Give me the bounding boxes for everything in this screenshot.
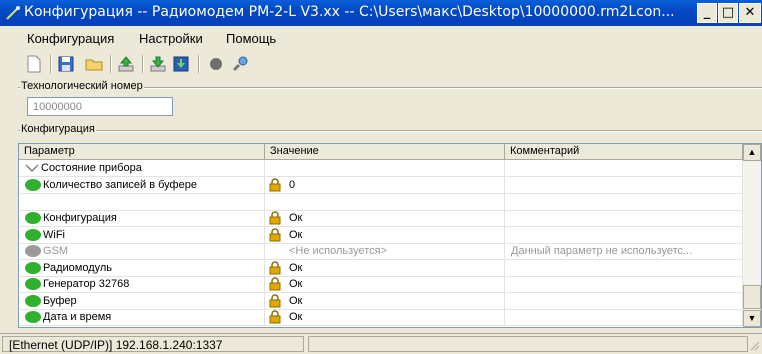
parameter-name: GSM bbox=[43, 245, 69, 257]
menu-help[interactable]: Помощь bbox=[226, 31, 276, 46]
close-button[interactable]: ✕ bbox=[739, 3, 761, 23]
tech-number-field[interactable]: 10000000 bbox=[27, 97, 173, 116]
parameter-value: Ок bbox=[289, 294, 303, 307]
scroll-thumb[interactable] bbox=[743, 285, 761, 309]
group-row[interactable]: Состояние прибора bbox=[19, 160, 743, 177]
connection-status: [Ethernet (UDP/IP)] 192.168.1.240:1337 bbox=[2, 336, 304, 352]
status-indicator-icon bbox=[25, 212, 41, 224]
connect-icon[interactable] bbox=[230, 54, 250, 74]
lock-icon bbox=[269, 260, 281, 274]
status-indicator-icon bbox=[25, 278, 41, 290]
lock-icon bbox=[269, 211, 281, 225]
title-bar: Конфигурация -- Радиомодем РМ-2-L V3.xx … bbox=[0, 0, 762, 26]
table-row[interactable] bbox=[19, 193, 743, 211]
collapse-icon[interactable] bbox=[25, 164, 39, 172]
lock-icon bbox=[269, 178, 281, 192]
lock-icon bbox=[269, 293, 281, 307]
lock-icon bbox=[269, 277, 281, 291]
import-icon[interactable] bbox=[171, 54, 191, 74]
resize-grip-icon[interactable] bbox=[748, 339, 760, 351]
menu-configuration[interactable]: Конфигурация bbox=[27, 31, 114, 46]
download-icon[interactable] bbox=[148, 54, 168, 74]
column-header-value[interactable]: Значение bbox=[265, 144, 505, 160]
parameter-name: Генератор 32768 bbox=[43, 278, 130, 290]
toolbar bbox=[0, 50, 762, 78]
scroll-down-button[interactable]: ▼ bbox=[743, 310, 761, 327]
table-row[interactable]: Радиомодуль Ок bbox=[19, 259, 743, 277]
parameter-value: Ок bbox=[289, 212, 303, 224]
maximize-button[interactable]: □ bbox=[718, 3, 738, 23]
table-row[interactable]: Количество записей в буфере 0 bbox=[19, 177, 743, 194]
parameter-value: <Не используется> bbox=[289, 245, 388, 257]
parameter-name: Конфигурация bbox=[43, 212, 117, 224]
status-pane-empty bbox=[308, 336, 748, 352]
table-row[interactable]: Дата и время Ок bbox=[19, 309, 743, 326]
group-label: Состояние прибора bbox=[41, 162, 142, 174]
parameter-name: Радиомодуль bbox=[43, 261, 113, 274]
config-grid[interactable]: Параметр Значение Комментарий Состояние … bbox=[18, 143, 762, 328]
parameter-value: Ок bbox=[289, 261, 303, 274]
save-icon[interactable] bbox=[56, 54, 76, 74]
status-indicator-icon bbox=[25, 228, 41, 241]
table-row[interactable]: Буфер Ок bbox=[19, 292, 743, 310]
table-row[interactable]: Генератор 32768 Ок bbox=[19, 276, 743, 293]
menu-settings[interactable]: Настройки bbox=[139, 31, 203, 46]
status-indicator-icon bbox=[25, 294, 41, 307]
scroll-up-button[interactable]: ▲ bbox=[743, 144, 761, 161]
app-icon bbox=[6, 6, 20, 20]
parameter-value: Ок bbox=[289, 278, 303, 290]
parameter-value: 0 bbox=[289, 179, 296, 191]
vertical-scrollbar[interactable]: ▲ ▼ bbox=[743, 144, 761, 327]
parameter-value: Ок bbox=[289, 228, 303, 241]
menu-bar: Конфигурация Настройки Помощь bbox=[0, 26, 762, 50]
tech-number-label: Технологический номер bbox=[20, 80, 144, 92]
parameter-name: Дата и время bbox=[43, 311, 112, 323]
parameter-name: WiFi bbox=[43, 228, 65, 241]
parameter-comment: Данный параметр не используетс... bbox=[511, 245, 693, 257]
parameter-name: Количество записей в буфере bbox=[43, 179, 197, 191]
window-title: Конфигурация -- Радиомодем РМ-2-L V3.xx … bbox=[24, 4, 675, 20]
column-header-comment[interactable]: Комментарий bbox=[505, 144, 743, 160]
open-folder-icon[interactable] bbox=[84, 54, 104, 74]
table-row[interactable]: WiFi Ок bbox=[19, 226, 743, 244]
table-row[interactable]: GSM <Не используется> Данный параметр не и… bbox=[19, 243, 743, 260]
new-document-icon[interactable] bbox=[24, 54, 44, 74]
status-indicator-icon bbox=[25, 245, 41, 257]
parameter-name: Буфер bbox=[43, 294, 77, 307]
config-group-label: Конфигурация bbox=[20, 123, 96, 135]
parameter-value: Ок bbox=[289, 311, 303, 323]
column-header-parameter[interactable]: Параметр bbox=[19, 144, 265, 160]
lock-icon bbox=[269, 227, 281, 241]
minimize-button[interactable]: _ bbox=[697, 3, 717, 23]
table-row[interactable]: Конфигурация Ок bbox=[19, 210, 743, 227]
record-icon[interactable] bbox=[206, 54, 226, 74]
upload-icon[interactable] bbox=[116, 54, 136, 74]
status-indicator-icon bbox=[25, 179, 41, 191]
status-indicator-icon bbox=[25, 261, 41, 274]
lock-icon bbox=[269, 310, 281, 324]
status-bar: [Ethernet (UDP/IP)] 192.168.1.240:1337 bbox=[0, 333, 762, 354]
status-indicator-icon bbox=[25, 311, 41, 323]
